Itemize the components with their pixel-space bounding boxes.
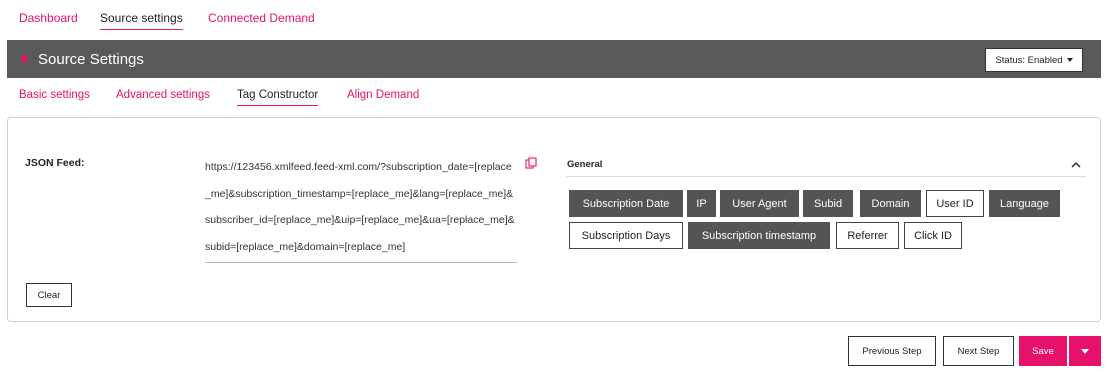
previous-step-button[interactable]: Previous Step — [848, 336, 936, 366]
tab-basic-settings[interactable]: Basic settings — [19, 89, 90, 105]
copy-icon[interactable] — [525, 157, 537, 169]
status-dropdown[interactable]: Status: Enabled — [985, 48, 1083, 72]
param-subscription-timestamp[interactable]: Subscription timestamp — [688, 222, 830, 249]
param-domain[interactable]: Domain — [860, 190, 921, 217]
status-label: Status: Enabled — [995, 54, 1063, 66]
tag-constructor-panel: JSON Feed: https://123456.xmlfeed.feed-x… — [7, 117, 1101, 322]
save-button[interactable]: Save — [1019, 336, 1067, 366]
tab-tag-constructor[interactable]: Tag Constructor — [237, 89, 319, 106]
tab-advanced-settings[interactable]: Advanced settings — [116, 89, 210, 105]
json-feed-label: JSON Feed: — [25, 157, 85, 169]
param-user-agent[interactable]: User Agent — [720, 190, 799, 217]
json-feed-url[interactable]: https://123456.xmlfeed.feed-xml.com/?sub… — [205, 154, 517, 263]
chevron-up-icon[interactable] — [1070, 159, 1082, 171]
tab-connected-demand[interactable]: Connected Demand — [208, 11, 315, 29]
tab-align-demand[interactable]: Align Demand — [347, 89, 419, 105]
general-label: General — [567, 159, 603, 170]
param-ip[interactable]: IP — [687, 190, 716, 217]
param-subscription-date[interactable]: Subscription Date — [569, 190, 683, 217]
param-subid[interactable]: Subid — [803, 190, 853, 217]
caret-down-icon — [1066, 58, 1073, 62]
param-subscription-days[interactable]: Subscription Days — [569, 222, 683, 249]
general-section-header[interactable]: General — [566, 157, 1086, 177]
next-step-button[interactable]: Next Step — [943, 336, 1014, 366]
tab-source-settings[interactable]: Source settings — [100, 11, 183, 30]
caret-down-icon — [1081, 348, 1089, 354]
param-language[interactable]: Language — [989, 190, 1060, 217]
param-referrer[interactable]: Referrer — [836, 222, 899, 249]
tab-dashboard[interactable]: Dashboard — [19, 11, 78, 29]
sub-nav: Basic settings Advanced settings Tag Con… — [0, 86, 1109, 108]
param-click-id[interactable]: Click ID — [904, 222, 962, 249]
source-settings-header[interactable]: Source Settings Status: Enabled — [7, 40, 1101, 78]
param-user-id[interactable]: User ID — [926, 190, 984, 217]
clear-button[interactable]: Clear — [26, 283, 72, 307]
save-options-dropdown[interactable] — [1069, 336, 1101, 366]
page-title: Source Settings — [38, 51, 144, 68]
expand-caret-icon[interactable] — [22, 54, 29, 64]
top-nav: Dashboard Source settings Connected Dema… — [0, 0, 1109, 36]
